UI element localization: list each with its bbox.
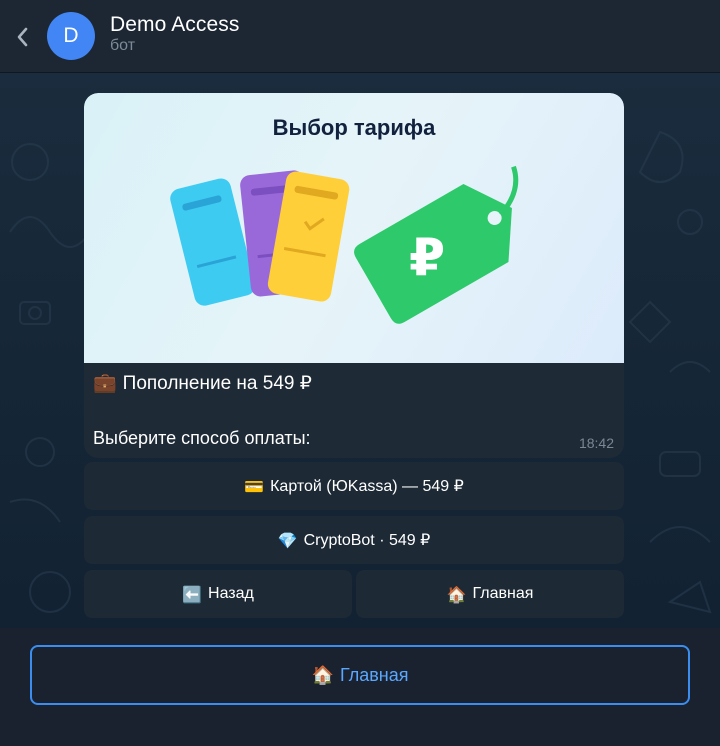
pay-cryptobot-button[interactable]: 💎 CryptoBot · 549 ₽ xyxy=(84,516,624,564)
chevron-left-icon xyxy=(17,27,28,47)
house-icon: 🏠 xyxy=(311,664,334,686)
bot-message: Выбор тарифа ₽ 💼 Пополнение на 549 ₽ Выб… xyxy=(84,93,624,458)
back-button[interactable] xyxy=(10,22,34,52)
home-inline-label: Главная xyxy=(472,585,534,602)
reply-keyboard: 🏠 Главная xyxy=(0,628,720,746)
back-inline-button[interactable]: ⬅️ Назад xyxy=(84,570,352,618)
chat-title[interactable]: Demo Access xyxy=(110,13,239,37)
home-keyboard-label: Главная xyxy=(339,664,409,685)
topup-amount-text: 💼 Пополнение на 549 ₽ xyxy=(93,371,312,395)
svg-text:₽: ₽ xyxy=(409,228,445,288)
gem-icon: 💎 xyxy=(277,530,298,550)
chat-header: D Demo Access бот xyxy=(0,0,720,73)
message-time: 18:42 xyxy=(578,435,614,451)
home-keyboard-button[interactable]: 🏠 Главная xyxy=(30,645,690,705)
topup-amount-label: Пополнение на 549 ₽ xyxy=(122,373,312,394)
house-icon: 🏠 xyxy=(446,584,467,604)
choose-payment-text: Выберите способ оплаты: xyxy=(93,428,311,448)
tariff-banner-image: Выбор тарифа ₽ xyxy=(84,93,624,363)
back-inline-label: Назад xyxy=(208,585,254,602)
credit-card-icon: 💳 xyxy=(244,476,265,496)
ruble-price-tag-icon: ₽ xyxy=(354,165,519,324)
briefcase-icon: 💼 xyxy=(93,372,117,394)
pay-crypto-label: CryptoBot · 549 ₽ xyxy=(303,532,431,549)
pay-card-yookassa-button[interactable]: 💳 Картой (ЮKassa) — 549 ₽ xyxy=(84,462,624,510)
home-inline-button[interactable]: 🏠 Главная xyxy=(356,570,624,618)
chat-subtitle: бот xyxy=(110,37,136,54)
avatar[interactable]: D xyxy=(47,12,95,60)
pay-card-label: Картой (ЮKassa) — 549 ₽ xyxy=(270,478,464,495)
arrow-left-icon: ⬅️ xyxy=(182,584,203,604)
